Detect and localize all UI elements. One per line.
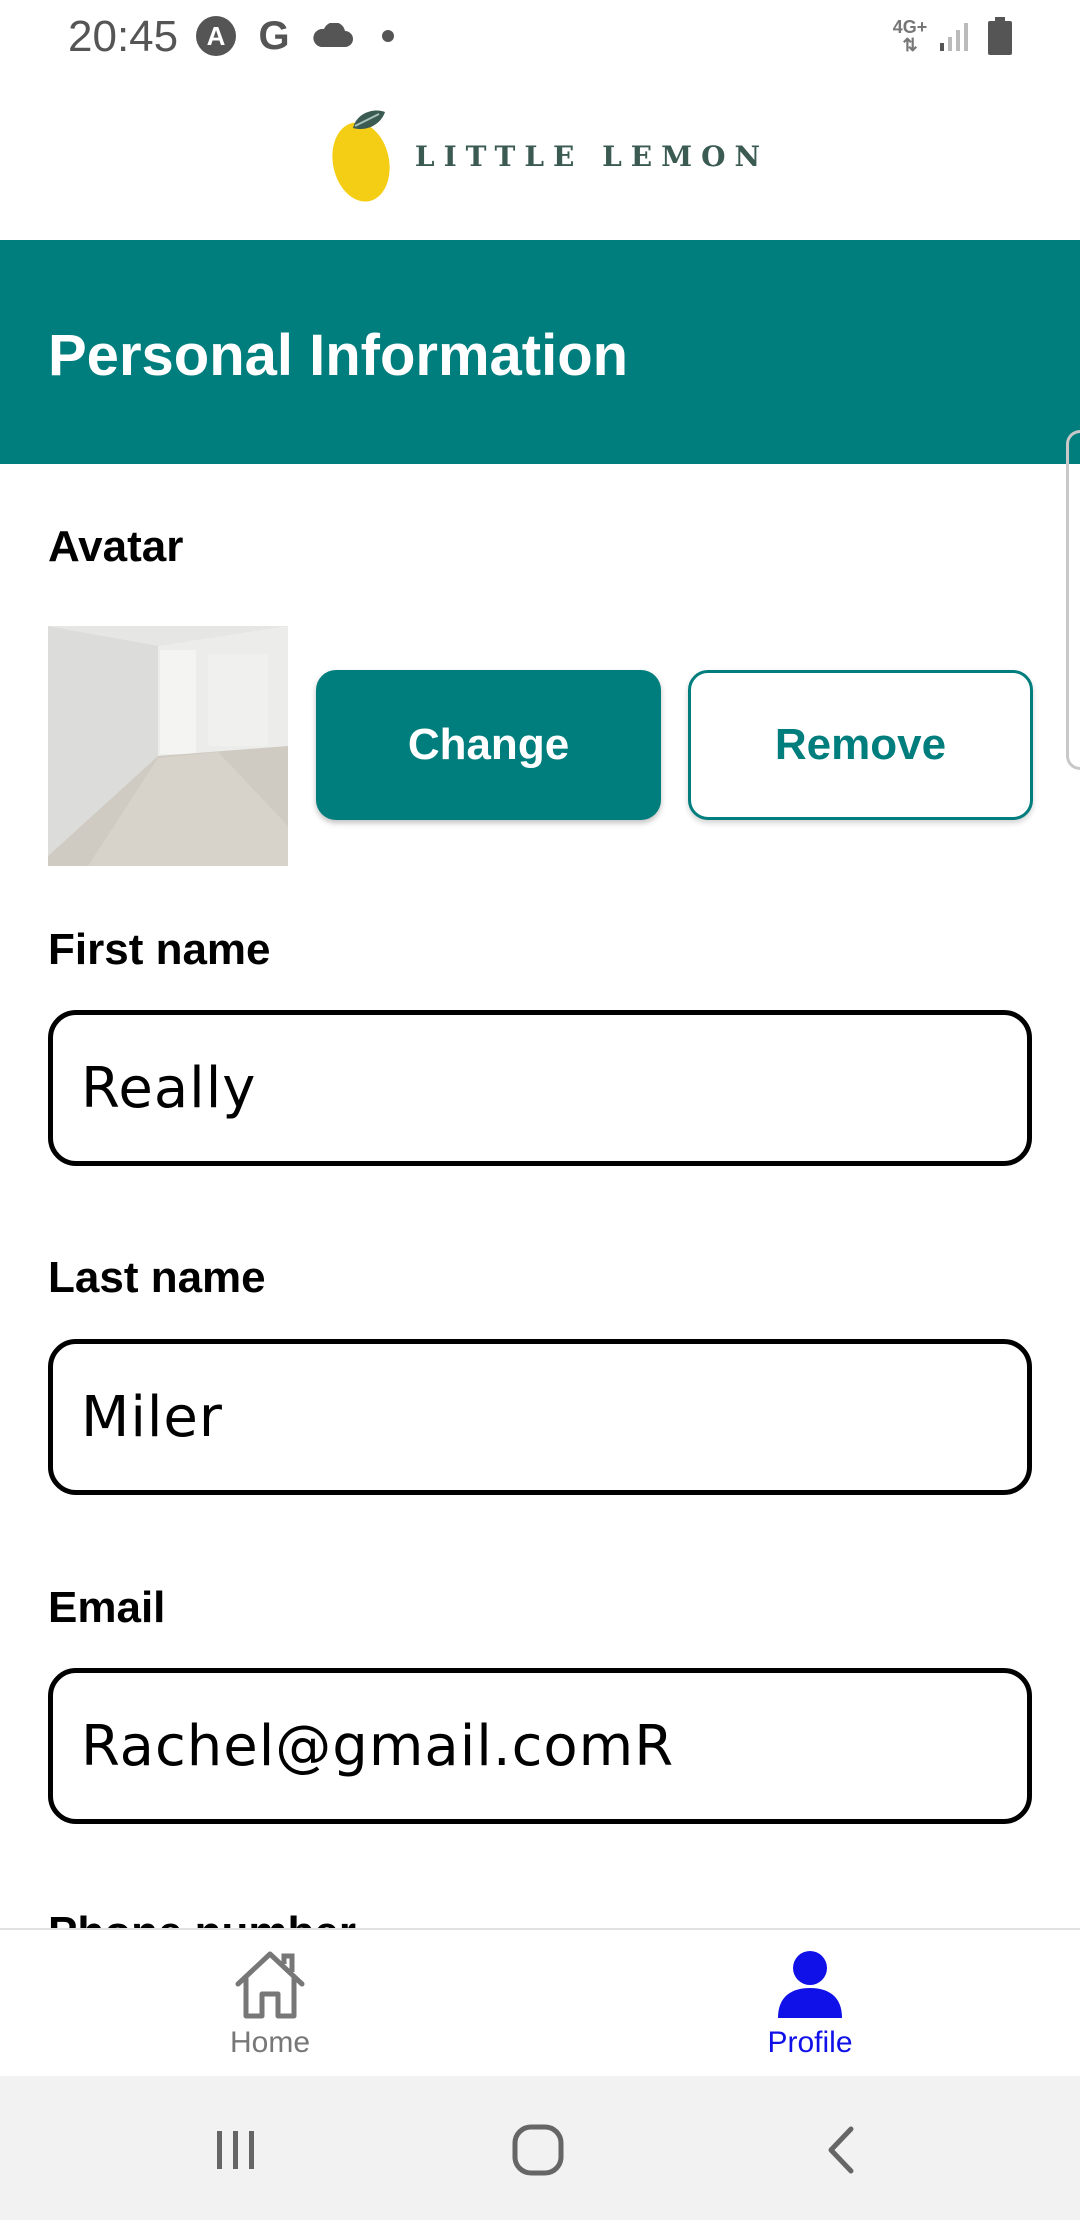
email-field[interactable]: Rachel@gmail.comR: [48, 1668, 1032, 1824]
app-notification-icon: A: [196, 16, 236, 56]
email-label: Email: [48, 1583, 166, 1632]
first-name-label: First name: [48, 925, 271, 974]
last-name-value: Miler: [81, 1384, 223, 1450]
scroll-indicator[interactable]: [1066, 430, 1080, 770]
network-type-label: 4G+: [892, 17, 928, 37]
lemon-icon: [332, 110, 390, 202]
nav-profile-tab[interactable]: Profile: [710, 1948, 910, 2060]
app-header: LITTLE LEMON: [0, 72, 1080, 240]
signal-icon: [935, 16, 975, 56]
notification-dot-icon: [380, 16, 396, 56]
last-name-label: Last name: [48, 1253, 266, 1302]
status-time: 20:45: [68, 12, 179, 61]
avatar-image: [48, 626, 288, 866]
first-name-field[interactable]: Really: [48, 1010, 1032, 1166]
home-circle-icon[interactable]: [508, 2120, 568, 2180]
last-name-field[interactable]: Miler: [48, 1339, 1032, 1495]
status-bar: 20:45 A G 4G+ ⇅: [0, 0, 1080, 72]
google-icon: G: [258, 13, 290, 58]
person-icon: [778, 1951, 842, 2018]
nav-home-label: Home: [229, 2026, 311, 2059]
nav-home-tab[interactable]: Home: [170, 1948, 370, 2060]
first-name-value: Really: [81, 1055, 257, 1121]
back-icon[interactable]: [812, 2120, 872, 2180]
header-banner: Personal Information: [0, 240, 1080, 464]
network-type-icon: 4G+ ⇅: [890, 16, 930, 56]
avatar-label: Avatar: [48, 522, 184, 571]
data-arrows-icon: ⇅: [902, 35, 918, 55]
page-title: Personal Information: [48, 323, 629, 388]
logo-text: LITTLE LEMON: [414, 139, 770, 173]
logo: LITTLE LEMON: [331, 106, 769, 206]
bottom-navigation: Home Profile: [0, 1928, 1080, 2076]
email-value: Rachel@gmail.comR: [81, 1713, 675, 1779]
recents-icon[interactable]: [206, 2120, 266, 2180]
change-avatar-button[interactable]: Change: [316, 670, 661, 820]
system-navigation-bar: [0, 2076, 1080, 2220]
battery-icon: [985, 16, 1015, 56]
cloud-icon: [310, 16, 354, 56]
remove-avatar-button[interactable]: Remove: [688, 670, 1033, 820]
home-icon: [235, 1951, 305, 2019]
nav-profile-label: Profile: [767, 2026, 853, 2059]
